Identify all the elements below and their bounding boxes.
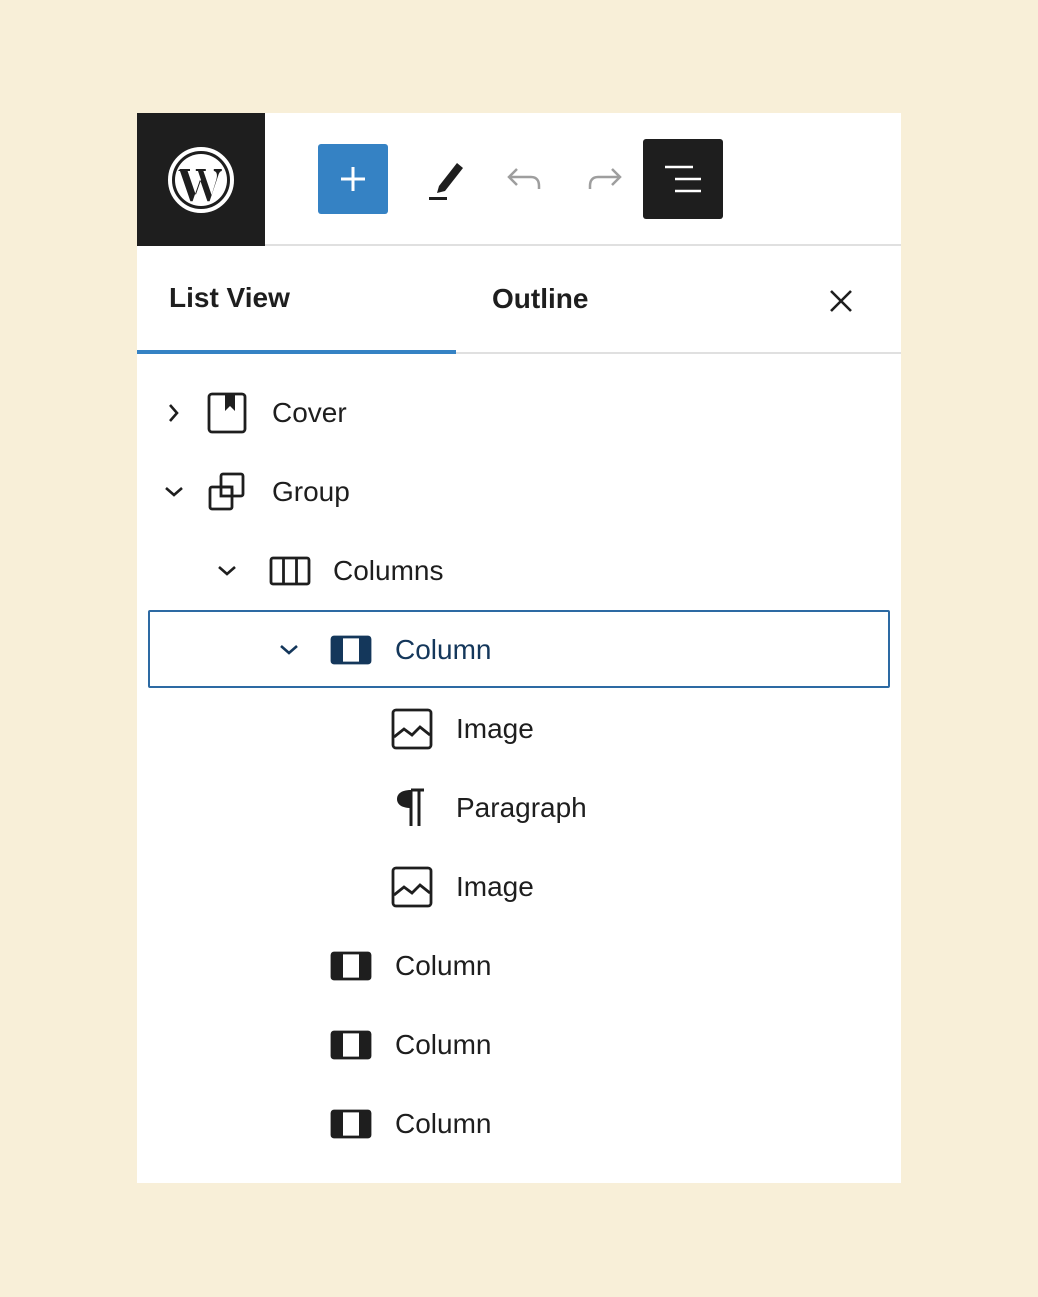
- undo-icon: [507, 168, 541, 189]
- wordpress-logo-icon: [168, 146, 234, 213]
- tree-item-paragraph[interactable]: Paragraph: [137, 768, 901, 847]
- add-block-button[interactable]: [318, 144, 388, 214]
- cover-icon: [205, 391, 249, 435]
- chevron-down-icon[interactable]: [215, 559, 239, 583]
- tree-item-image[interactable]: Image: [137, 847, 901, 926]
- tree-item-column[interactable]: Column: [137, 1005, 901, 1084]
- block-tree: Cover Group Columns Column Image Paragra…: [137, 373, 901, 1163]
- group-icon: [205, 470, 249, 514]
- tree-item-cover[interactable]: Cover: [137, 373, 901, 452]
- tree-item-label: Image: [456, 870, 534, 902]
- tree-item-label: Cover: [272, 396, 347, 428]
- tree-item-label: Column: [395, 1107, 492, 1139]
- tree-item-group[interactable]: Group: [137, 452, 901, 531]
- columns-icon: [268, 549, 312, 593]
- close-icon: [830, 290, 852, 312]
- paragraph-icon: [390, 786, 434, 830]
- list-view-icon: [665, 165, 701, 193]
- column-icon: [329, 1023, 373, 1067]
- editor-panel: List View Outline Cover Group Columns Co…: [137, 113, 901, 1183]
- tree-item-image[interactable]: Image: [137, 689, 901, 768]
- list-view-toggle-button[interactable]: [643, 139, 723, 219]
- pencil-icon: [429, 163, 463, 200]
- tree-item-column[interactable]: Column: [137, 1084, 901, 1163]
- tab-outline[interactable]: Outline: [492, 246, 692, 352]
- tree-item-label: Paragraph: [456, 791, 587, 823]
- undo-button[interactable]: [495, 149, 555, 209]
- tree-item-label: Image: [456, 712, 534, 744]
- redo-button[interactable]: [574, 149, 634, 209]
- image-icon: [390, 865, 434, 909]
- close-panel-button[interactable]: [819, 279, 863, 323]
- column-icon: [329, 944, 373, 988]
- wordpress-logo-button[interactable]: [137, 113, 265, 246]
- panel-tabs: List View Outline: [137, 246, 901, 354]
- tree-item-columns[interactable]: Columns: [137, 531, 901, 610]
- chevron-down-icon[interactable]: [277, 638, 301, 662]
- column-icon: [329, 628, 373, 672]
- tree-item-label: Column: [395, 633, 492, 665]
- chevron-right-icon[interactable]: [162, 401, 186, 425]
- chevron-down-icon[interactable]: [162, 480, 186, 504]
- tree-item-label: Column: [395, 949, 492, 981]
- column-icon: [329, 1102, 373, 1146]
- tree-item-label: Group: [272, 475, 350, 507]
- plus-icon: [341, 167, 365, 191]
- image-icon: [390, 707, 434, 751]
- edit-tool-button[interactable]: [417, 149, 477, 209]
- tree-item-label: Column: [395, 1028, 492, 1060]
- tree-item-label: Columns: [333, 554, 444, 586]
- tree-item-column[interactable]: Column: [137, 926, 901, 1005]
- editor-toolbar: [137, 113, 901, 246]
- tree-item-column-selected[interactable]: Column: [137, 610, 901, 689]
- tab-list-view[interactable]: List View: [137, 246, 456, 354]
- redo-icon: [588, 168, 622, 189]
